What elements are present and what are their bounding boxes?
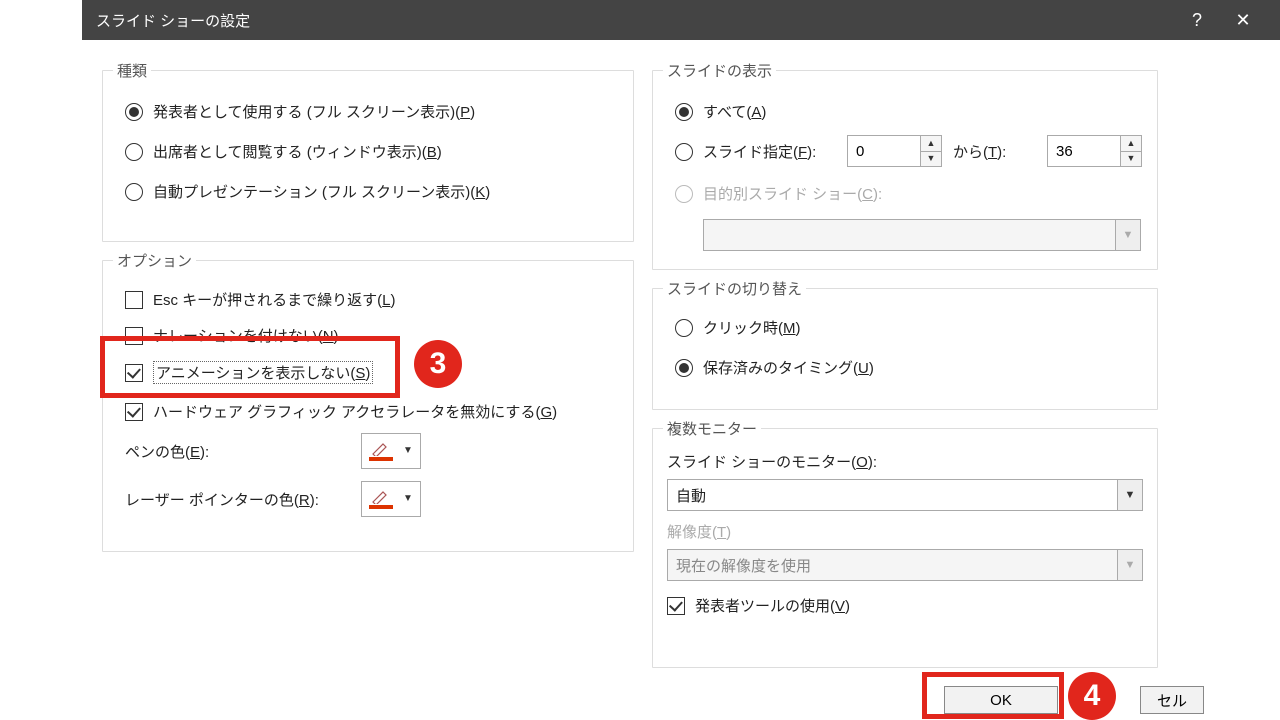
chevron-down-icon[interactable]: ▼ [1121, 151, 1141, 167]
legend-monitors: 複数モニター [663, 418, 761, 439]
checkbox-icon [125, 327, 143, 345]
radio-icon [675, 359, 693, 377]
laser-color-icon [369, 489, 393, 509]
help-icon: ? [1192, 10, 1202, 31]
legend-show: スライドの表示 [663, 60, 776, 81]
label-monitor: スライド ショーのモニター(O): [667, 451, 877, 472]
checkbox-label: アニメーションを表示しない(S) [153, 361, 373, 384]
dialog-title: スライド ショーの設定 [96, 10, 1174, 31]
monitor-value: 自動 [668, 480, 1117, 510]
pen-color-icon [369, 441, 393, 461]
check-no-narration[interactable]: ナレーションを付けない(N) [125, 325, 339, 346]
close-button[interactable]: ✕ [1220, 0, 1266, 40]
fieldset-advance: スライドの切り替え クリック時(M) 保存済みのタイミング(U) [652, 288, 1158, 410]
checkbox-icon [125, 291, 143, 309]
legend-options: オプション [113, 250, 196, 271]
checkbox-label: 発表者ツールの使用(V) [695, 595, 850, 616]
check-no-animation[interactable]: アニメーションを表示しない(S) [125, 361, 373, 384]
label-pen-color: ペンの色(E): [125, 441, 209, 462]
from-slide-input[interactable] [848, 136, 920, 166]
monitor-dropdown[interactable]: 自動 ▼ [667, 479, 1143, 511]
chevron-down-icon: ▼ [403, 446, 413, 456]
radio-label: クリック時(M) [703, 317, 801, 338]
custom-show-value [704, 220, 1115, 250]
close-icon: ✕ [1235, 10, 1250, 31]
radio-icon [675, 103, 693, 121]
radio-browse[interactable]: 出席者として閲覧する (ウィンドウ表示)(B) [125, 141, 442, 162]
checkbox-icon [125, 403, 143, 421]
from-slide-spinner[interactable]: ▲▼ [847, 135, 942, 167]
chevron-down-icon[interactable]: ▼ [921, 151, 941, 167]
check-presenter-view[interactable]: 発表者ツールの使用(V) [667, 595, 850, 616]
radio-icon [675, 185, 693, 203]
radio-custom-show: 目的別スライド ショー(C): [675, 183, 882, 204]
radio-advance-timings[interactable]: 保存済みのタイミング(U) [675, 357, 874, 378]
checkbox-label: Esc キーが押されるまで繰り返す(L) [153, 289, 396, 310]
radio-icon [125, 183, 143, 201]
radio-kiosk[interactable]: 自動プレゼンテーション (フル スクリーン表示)(K) [125, 181, 490, 202]
ok-button[interactable]: OK [944, 686, 1058, 714]
pen-color-dropdown[interactable]: ▼ [361, 433, 421, 469]
radio-show-all[interactable]: すべて(A) [675, 101, 766, 122]
chevron-up-icon[interactable]: ▲ [1121, 136, 1141, 151]
label-laser-color: レーザー ポインターの色(R): [125, 489, 319, 510]
laser-color-dropdown[interactable]: ▼ [361, 481, 421, 517]
label-to: から(T): [953, 141, 1006, 162]
radio-icon [125, 103, 143, 121]
radio-presenter[interactable]: 発表者として使用する (フル スクリーン表示)(P) [125, 101, 475, 122]
legend-advance: スライドの切り替え [663, 278, 806, 299]
fieldset-monitors: 複数モニター スライド ショーのモニター(O): 自動 ▼ 解像度(T) 現在の… [652, 428, 1158, 668]
radio-label: 保存済みのタイミング(U) [703, 357, 874, 378]
radio-label: すべて(A) [703, 101, 766, 122]
chevron-up-icon[interactable]: ▲ [921, 136, 941, 151]
to-slide-input[interactable] [1048, 136, 1120, 166]
radio-label: 目的別スライド ショー(C): [703, 183, 882, 204]
radio-icon [675, 319, 693, 337]
chevron-down-icon: ▼ [1117, 550, 1142, 580]
chevron-down-icon[interactable]: ▼ [1117, 480, 1142, 510]
radio-label: スライド指定(F): [703, 141, 816, 162]
to-slide-spinner[interactable]: ▲▼ [1047, 135, 1142, 167]
legend-type: 種類 [113, 60, 151, 81]
fieldset-type: 種類 発表者として使用する (フル スクリーン表示)(P) 出席者として閲覧する… [102, 70, 634, 242]
checkbox-label: ナレーションを付けない(N) [153, 325, 339, 346]
custom-show-dropdown: ▼ [703, 219, 1141, 251]
cancel-button[interactable]: セル [1140, 686, 1204, 714]
checkbox-label: ハードウェア グラフィック アクセラレータを無効にする(G) [153, 401, 557, 422]
titlebar: スライド ショーの設定 ? ✕ [82, 0, 1280, 40]
checkbox-icon [667, 597, 685, 615]
radio-advance-click[interactable]: クリック時(M) [675, 317, 801, 338]
label-resolution: 解像度(T) [667, 521, 731, 542]
chevron-down-icon: ▼ [1115, 220, 1140, 250]
radio-label: 出席者として閲覧する (ウィンドウ表示)(B) [153, 141, 442, 162]
fieldset-options: オプション Esc キーが押されるまで繰り返す(L) ナレーションを付けない(N… [102, 260, 634, 552]
radio-label: 発表者として使用する (フル スクリーン表示)(P) [153, 101, 475, 122]
chevron-down-icon: ▼ [403, 494, 413, 504]
radio-icon [675, 143, 693, 161]
checkbox-icon [125, 364, 143, 382]
resolution-dropdown: 現在の解像度を使用 ▼ [667, 549, 1143, 581]
radio-label: 自動プレゼンテーション (フル スクリーン表示)(K) [153, 181, 490, 202]
help-button[interactable]: ? [1174, 0, 1220, 40]
resolution-value: 現在の解像度を使用 [668, 550, 1117, 580]
check-disable-hw-accel[interactable]: ハードウェア グラフィック アクセラレータを無効にする(G) [125, 401, 557, 422]
radio-show-range[interactable]: スライド指定(F): [675, 141, 816, 162]
fieldset-show-slides: スライドの表示 すべて(A) スライド指定(F): ▲▼ から(T): [652, 70, 1158, 270]
radio-icon [125, 143, 143, 161]
check-loop[interactable]: Esc キーが押されるまで繰り返す(L) [125, 289, 396, 310]
